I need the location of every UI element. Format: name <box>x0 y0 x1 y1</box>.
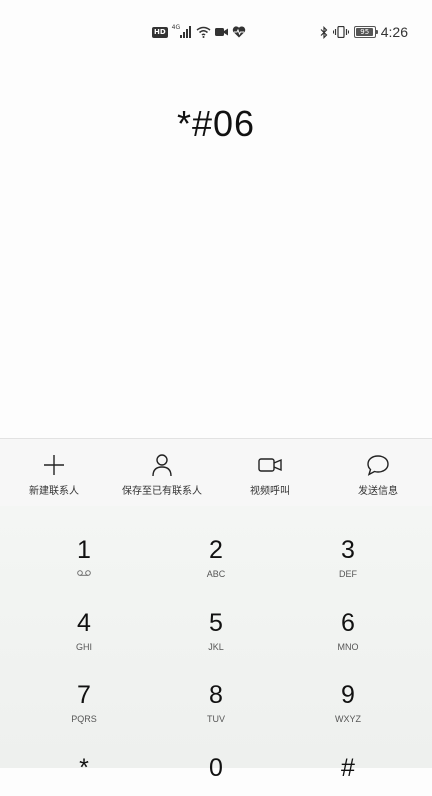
key-digit: 8 <box>209 681 223 709</box>
4g-signal-icon: 4G <box>171 23 192 38</box>
save-to-existing-contact-label: 保存至已有联系人 <box>122 486 202 497</box>
status-bar-left: HD 4G <box>152 24 246 40</box>
dialer-action-bar: 新建联系人 保存至已有联系人 视频呼叫 发送信息 <box>0 438 432 507</box>
key-letters: ABC <box>206 569 226 579</box>
video-call-icon <box>257 452 283 478</box>
send-message-label: 发送信息 <box>358 486 398 497</box>
key-star[interactable]: * <box>12 724 156 796</box>
key-digit: # <box>341 754 355 782</box>
battery-level: 95 <box>360 28 370 36</box>
key-digit: 2 <box>209 536 223 564</box>
plus-icon <box>41 452 67 478</box>
status-bar-right: 95 4:26 <box>320 24 408 40</box>
battery-icon: 95 <box>353 26 378 38</box>
key-digit: 4 <box>77 609 91 637</box>
key-letters: TUV <box>207 714 225 724</box>
status-clock: 4:26 <box>380 24 408 40</box>
vibrate-icon <box>332 26 349 38</box>
dial-keypad: 1 2 ABC 3 DEF 4 GHI 5 JKL 6 MNO 7 PQRS 8… <box>0 506 432 782</box>
key-letters: DEF <box>339 569 357 579</box>
key-digit: 1 <box>77 536 91 564</box>
person-icon <box>149 452 175 478</box>
key-9[interactable]: 9 WXYZ <box>276 651 420 724</box>
key-digit: 5 <box>209 609 223 637</box>
key-7[interactable]: 7 PQRS <box>12 651 156 724</box>
key-1[interactable]: 1 <box>12 506 156 578</box>
send-message-button[interactable]: 发送信息 <box>324 439 432 506</box>
new-contact-label: 新建联系人 <box>29 486 79 497</box>
bluetooth-icon <box>320 25 328 39</box>
key-hash[interactable]: # <box>276 724 420 796</box>
new-contact-button[interactable]: 新建联系人 <box>0 439 108 506</box>
video-call-label: 视频呼叫 <box>250 486 290 497</box>
hd-icon: HD <box>152 26 168 38</box>
key-4[interactable]: 4 GHI <box>12 579 156 652</box>
save-to-existing-contact-button[interactable]: 保存至已有联系人 <box>108 439 216 506</box>
key-digit: 7 <box>77 681 91 709</box>
message-bubble-icon <box>365 452 391 478</box>
wifi-icon <box>196 26 211 38</box>
key-5[interactable]: 5 JKL <box>144 579 288 652</box>
key-2[interactable]: 2 ABC <box>144 506 288 579</box>
key-digit: 9 <box>341 681 355 709</box>
key-8[interactable]: 8 TUV <box>144 651 288 724</box>
video-camera-icon <box>215 27 229 37</box>
key-digit: 3 <box>341 536 355 564</box>
network-type-label: 4G <box>171 23 181 31</box>
key-6[interactable]: 6 MNO <box>276 579 420 652</box>
video-call-button[interactable]: 视频呼叫 <box>216 439 324 506</box>
status-bar: HD 4G 95 4:26 <box>0 0 432 64</box>
key-0[interactable]: 0 <box>144 724 288 796</box>
key-letters: PQRS <box>71 714 97 724</box>
key-3[interactable]: 3 DEF <box>276 506 420 579</box>
key-letters: WXYZ <box>335 714 361 724</box>
key-digit: 6 <box>341 609 355 637</box>
key-digit: * <box>79 754 89 782</box>
heart-rate-icon <box>232 26 246 38</box>
voicemail-icon <box>12 570 156 576</box>
key-digit: 0 <box>209 754 223 782</box>
dialed-number-display[interactable]: *#06 <box>0 103 432 145</box>
